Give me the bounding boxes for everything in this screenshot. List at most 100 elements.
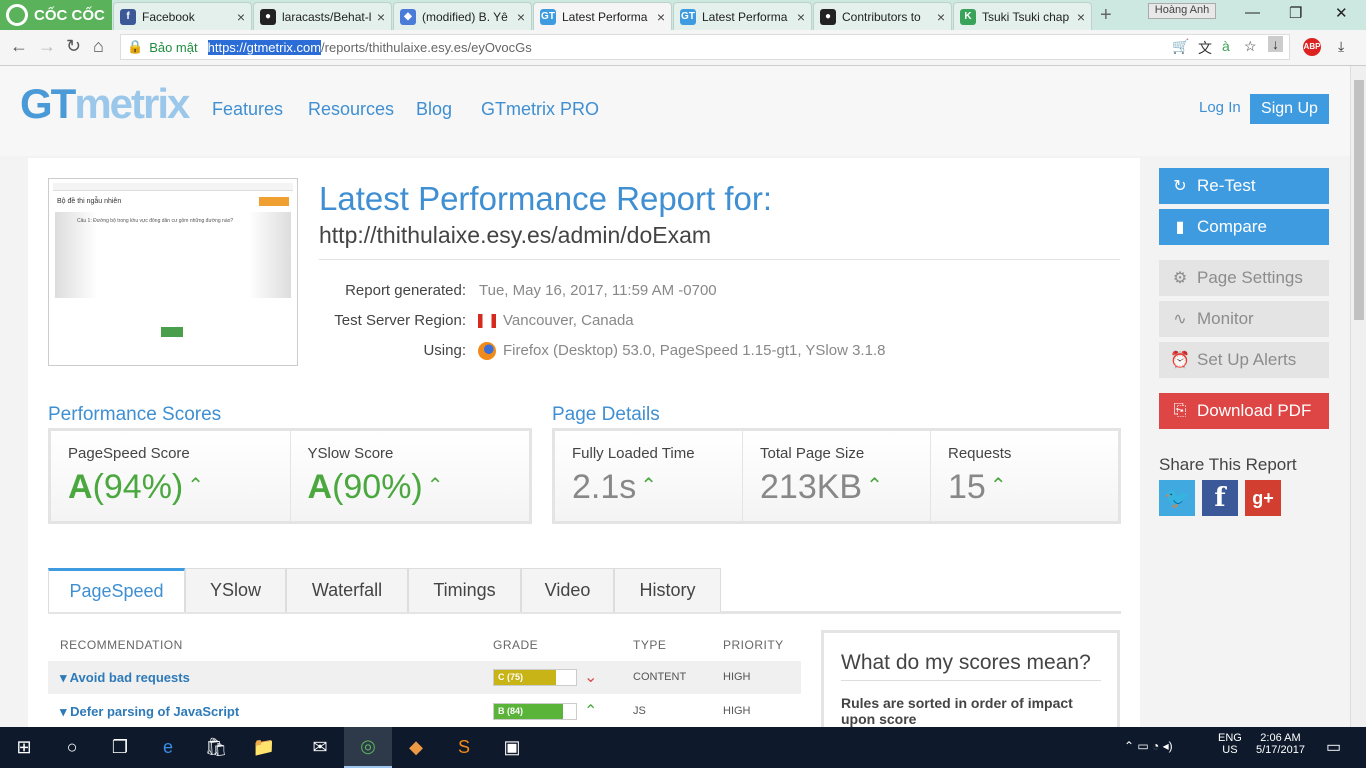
- setup-alerts-button[interactable]: ⏰ Set Up Alerts: [1159, 342, 1329, 378]
- tab-video[interactable]: Video: [521, 568, 614, 612]
- googleplus-icon[interactable]: g+: [1245, 480, 1281, 516]
- edge-icon[interactable]: e: [144, 727, 192, 768]
- yslow-score: YSlow Score A(90%) ⌃: [290, 431, 529, 521]
- page-settings-button[interactable]: ⚙ Page Settings: [1159, 260, 1329, 296]
- nav-resources[interactable]: Resources: [308, 99, 394, 120]
- nav-blog[interactable]: Blog: [416, 99, 452, 120]
- gtmetrix-logo[interactable]: GTmetrix: [20, 80, 190, 128]
- scores-explainer-title: What do my scores mean?: [841, 651, 1091, 674]
- start-icon[interactable]: ⊞: [0, 727, 48, 768]
- retest-button[interactable]: ↻ Re-Test: [1159, 168, 1329, 204]
- forward-icon[interactable]: →: [38, 36, 56, 57]
- browser-tab[interactable]: ◆ (modified) B. Yê ×: [393, 2, 532, 30]
- home-icon[interactable]: ⌂: [93, 36, 104, 57]
- browser-tab-label: Facebook: [142, 9, 195, 24]
- github-icon: ●: [820, 8, 836, 25]
- user-profile-button[interactable]: Hoàng Anh: [1148, 3, 1216, 19]
- browser-tab[interactable]: ● Contributors to ×: [813, 2, 952, 30]
- close-tab-icon[interactable]: ×: [657, 9, 665, 25]
- scores-explainer-text: Rules are sorted in order of impact upon…: [841, 695, 1073, 727]
- recommendation-type: CONTENT: [633, 671, 687, 683]
- download-bar-icon[interactable]: ⤓: [1338, 38, 1344, 55]
- browser-tab-label: Contributors to: [842, 9, 921, 24]
- app-taskbar-icon[interactable]: ◆: [392, 727, 440, 768]
- task-view-icon[interactable]: ❐: [96, 727, 144, 768]
- store-icon[interactable]: 🛍: [192, 727, 240, 768]
- browser-tab[interactable]: f Facebook ×: [113, 2, 252, 30]
- facebook-icon[interactable]: f: [1202, 480, 1238, 516]
- star-icon[interactable]: ☆: [1244, 38, 1257, 55]
- generated-value: Tue, May 16, 2017, 11:59 AM -0700: [479, 282, 717, 299]
- compare-button[interactable]: ▮ Compare: [1159, 209, 1329, 245]
- browser-tab-label: Latest Performa: [562, 9, 648, 24]
- close-tab-icon[interactable]: ×: [517, 9, 525, 25]
- download-pdf-button[interactable]: ⎘ Download PDF: [1159, 393, 1329, 429]
- using-value: Firefox (Desktop) 53.0, PageSpeed 1.15-g…: [503, 342, 886, 359]
- browser-tab[interactable]: GT Latest Performa ×: [533, 2, 672, 30]
- translate-icon[interactable]: 文: [1198, 38, 1212, 58]
- tray-icons[interactable]: ⌃ ▭ ◔ ◂): [1124, 739, 1173, 753]
- table-row[interactable]: Defer parsing of JavaScript B (84) ⌃ JS …: [48, 695, 801, 727]
- close-tab-icon[interactable]: ×: [237, 9, 245, 25]
- close-window-icon[interactable]: ✕: [1335, 4, 1348, 22]
- reload-icon[interactable]: ↻: [66, 36, 81, 57]
- browser-tab[interactable]: ● laracasts/Behat-l ×: [253, 2, 392, 30]
- file-explorer-icon[interactable]: 📁: [240, 727, 288, 768]
- monitor-button[interactable]: ∿ Monitor: [1159, 301, 1329, 337]
- coccoc-a-icon[interactable]: à: [1222, 38, 1230, 54]
- browser-logo[interactable]: CỐC CỐC: [0, 0, 112, 30]
- address-bar-row: ← → ↻ ⌂ 🔒 Bảo mật https://gtmetrix.com /…: [0, 30, 1366, 66]
- report-panel: Bộ đề thi ngẫu nhiên Câu 1: Đường bộ tro…: [28, 158, 1140, 727]
- coccoc-icon: [6, 4, 28, 26]
- signup-button[interactable]: Sign Up: [1250, 94, 1329, 124]
- github-icon: ●: [260, 8, 276, 25]
- page-content: GTmetrix Features Resources Blog GTmetri…: [0, 66, 1350, 727]
- url-field[interactable]: 🔒 Bảo mật https://gtmetrix.com /reports/…: [120, 34, 1290, 60]
- login-link[interactable]: Log In: [1199, 99, 1241, 116]
- browser-tab[interactable]: GT Latest Performa ×: [673, 2, 812, 30]
- maximize-icon[interactable]: ❐: [1289, 4, 1302, 22]
- scrollbar-thumb[interactable]: [1354, 80, 1364, 320]
- divider: [319, 259, 1120, 260]
- adblock-icon[interactable]: ABP: [1303, 38, 1321, 56]
- twitter-icon[interactable]: 🐦: [1159, 480, 1195, 516]
- close-tab-icon[interactable]: ×: [1077, 9, 1085, 25]
- language-indicator[interactable]: ENG US: [1218, 732, 1242, 756]
- tab-pagespeed[interactable]: PageSpeed: [48, 568, 185, 612]
- browser-tab[interactable]: K Tsuki Tsuki chap ×: [953, 2, 1092, 30]
- monitor-app-icon[interactable]: ▣: [488, 727, 536, 768]
- scrollbar[interactable]: [1350, 66, 1366, 727]
- recommendation-priority: HIGH: [723, 705, 751, 717]
- page-details-box: Fully Loaded Time 2.1s ⌃ Total Page Size …: [552, 428, 1121, 524]
- back-icon[interactable]: ←: [10, 36, 28, 57]
- requests: Requests 15 ⌃: [931, 431, 1118, 521]
- table-row[interactable]: Avoid bad requests C (75) ⌄ CONTENT HIGH: [48, 661, 801, 694]
- browser-tab-label: Tsuki Tsuki chap: [982, 9, 1070, 24]
- cart-icon[interactable]: 🛒: [1172, 38, 1189, 55]
- fully-loaded-time: Fully Loaded Time 2.1s ⌃: [555, 431, 743, 521]
- recommendation-name[interactable]: Avoid bad requests: [60, 670, 190, 686]
- close-tab-icon[interactable]: ×: [797, 9, 805, 25]
- clock[interactable]: 2:06 AM 5/17/2017: [1256, 732, 1305, 756]
- notification-icon[interactable]: ▭: [1326, 737, 1341, 757]
- tab-yslow[interactable]: YSlow: [185, 568, 286, 612]
- new-tab-button[interactable]: +: [1100, 4, 1112, 27]
- tab-waterfall[interactable]: Waterfall: [286, 568, 408, 612]
- refresh-icon: ↻: [1173, 178, 1187, 195]
- close-tab-icon[interactable]: ×: [377, 9, 385, 25]
- recommendation-name[interactable]: Defer parsing of JavaScript: [60, 704, 239, 720]
- mail-icon[interactable]: ✉: [296, 727, 344, 768]
- nav-gtmetrix-pro[interactable]: GTmetrix PRO: [481, 99, 599, 120]
- stack-icon: ◆: [400, 8, 416, 25]
- tab-timings[interactable]: Timings: [408, 568, 521, 612]
- close-tab-icon[interactable]: ×: [937, 9, 945, 25]
- sublime-icon[interactable]: S: [440, 727, 488, 768]
- download-icon[interactable]: ↓: [1268, 36, 1283, 52]
- facebook-icon: f: [120, 8, 136, 25]
- coccoc-taskbar-icon[interactable]: ◎: [344, 727, 392, 768]
- canada-flag-icon: [478, 314, 496, 328]
- minimize-icon[interactable]: —: [1245, 4, 1260, 21]
- nav-features[interactable]: Features: [212, 99, 283, 120]
- cortana-icon[interactable]: ○: [48, 727, 96, 768]
- tab-history[interactable]: History: [614, 568, 721, 612]
